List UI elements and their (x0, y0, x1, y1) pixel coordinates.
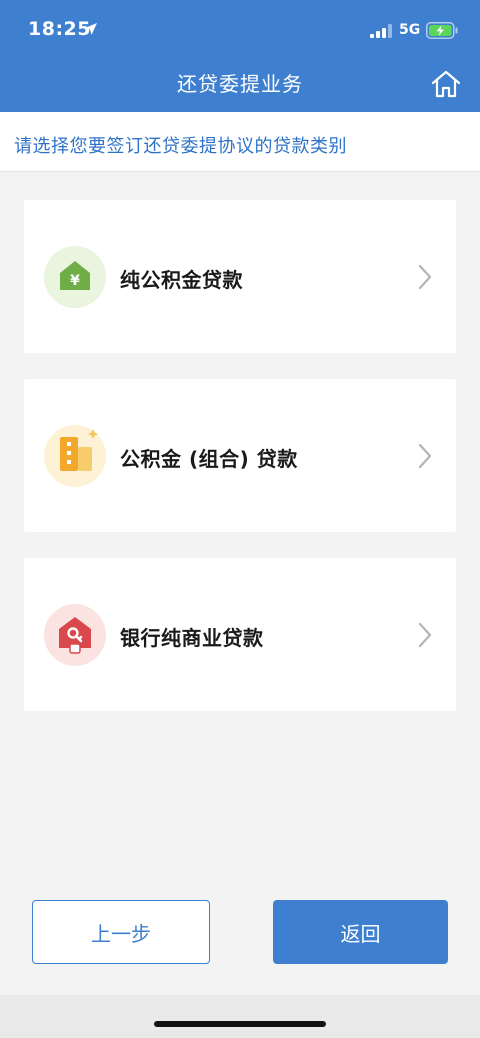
instruction-text: 请选择您要签订还贷委提协议的贷款类别 (14, 136, 347, 157)
loan-option-provident-fund[interactable]: ¥ 纯公积金贷款 (24, 200, 456, 353)
house-yen-icon: ¥ (44, 246, 106, 308)
chevron-right-icon (418, 264, 432, 290)
building-icon (44, 425, 106, 487)
loan-option-combined[interactable]: 公积金 (组合) 贷款 (24, 379, 456, 532)
chevron-right-icon (418, 443, 432, 469)
home-indicator-area (0, 995, 480, 1038)
app-header: 18:25 5G 还贷委提业务 (0, 0, 480, 112)
back-button[interactable]: 返回 (273, 900, 448, 964)
svg-text:¥: ¥ (70, 273, 80, 289)
cellular-signal-icon (370, 24, 392, 38)
status-bar: 18:25 5G (0, 0, 480, 56)
house-key-icon (44, 604, 106, 666)
network-type: 5G (399, 22, 421, 38)
instruction-banner: 请选择您要签订还贷委提协议的贷款类别 (0, 112, 480, 172)
location-arrow-icon (85, 23, 97, 35)
chevron-right-icon (418, 622, 432, 648)
page-title: 还贷委提业务 (177, 72, 303, 96)
home-icon (431, 70, 461, 98)
loan-option-commercial[interactable]: 银行纯商业贷款 (24, 558, 456, 711)
loan-option-label: 银行纯商业贷款 (120, 626, 264, 650)
home-button[interactable] (428, 66, 464, 102)
home-indicator[interactable] (154, 1021, 326, 1027)
loan-option-label: 纯公积金贷款 (120, 268, 243, 292)
previous-step-button[interactable]: 上一步 (32, 900, 210, 964)
status-time: 18:25 (28, 18, 91, 40)
battery-charging-icon (426, 22, 458, 39)
loan-option-label: 公积金 (组合) 贷款 (120, 447, 298, 471)
